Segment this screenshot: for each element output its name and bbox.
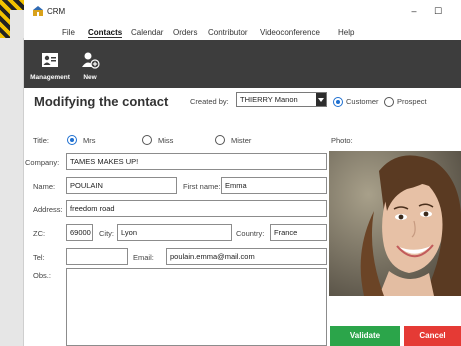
city-field[interactable]: Lyon: [117, 224, 232, 241]
menu-contributor[interactable]: Contributor: [208, 28, 248, 37]
tel-label: Tel:: [33, 253, 45, 262]
menu-calendar[interactable]: Calendar: [131, 28, 163, 37]
chevron-down-icon[interactable]: [316, 93, 326, 106]
menu-help[interactable]: Help: [338, 28, 354, 37]
obs-label: Obs.:: [33, 271, 51, 280]
menu-videoconference[interactable]: Videoconference: [260, 28, 320, 37]
menu-file[interactable]: File: [62, 28, 75, 37]
customer-label: Customer: [346, 97, 379, 106]
name-field[interactable]: POULAIN: [66, 177, 177, 194]
tel-field[interactable]: [66, 248, 128, 265]
toolbar-new-button[interactable]: New: [76, 50, 104, 86]
toolbar: Management New: [24, 40, 461, 88]
miss-radio[interactable]: [142, 135, 152, 145]
address-field[interactable]: freedom road: [66, 200, 327, 217]
menu-contacts[interactable]: Contacts: [88, 28, 123, 38]
customer-radio[interactable]: [333, 97, 343, 107]
contact-photo: [329, 151, 461, 296]
toolbar-new-label: New: [83, 74, 97, 81]
created-by-label: Created by:: [190, 97, 229, 106]
title-label: Title:: [33, 136, 49, 145]
menu-bar: File Contacts Calendar Orders Contributo…: [24, 26, 461, 40]
country-label: Country:: [236, 229, 265, 238]
toolbar-management-label: Management: [30, 74, 70, 81]
created-by-value: THIERRY Manon: [240, 95, 298, 104]
prospect-label: Prospect: [397, 97, 427, 106]
toolbar-management-button[interactable]: Management: [26, 50, 74, 86]
email-field[interactable]: poulain.emma@mail.com: [166, 248, 327, 265]
add-user-icon: [82, 52, 100, 69]
title-bar: CRM – ☐: [24, 0, 461, 24]
mister-radio[interactable]: [215, 135, 225, 145]
mrs-radio[interactable]: [67, 135, 77, 145]
zc-label: ZC:: [33, 229, 46, 238]
minimize-button[interactable]: –: [407, 4, 421, 18]
menu-orders[interactable]: Orders: [173, 28, 197, 37]
prospect-radio[interactable]: [384, 97, 394, 107]
first-name-field[interactable]: Emma: [221, 177, 327, 194]
photo-label: Photo:: [331, 136, 353, 145]
portrait-image: [329, 151, 461, 296]
crm-app-icon: [33, 6, 43, 16]
contact-card-icon: [42, 53, 58, 67]
validate-button[interactable]: Validate: [330, 326, 400, 346]
cancel-button[interactable]: Cancel: [404, 326, 461, 346]
country-field[interactable]: France: [270, 224, 327, 241]
miss-label: Miss: [158, 136, 174, 145]
window-title: CRM: [47, 7, 66, 16]
email-label: Email:: [133, 253, 154, 262]
maximize-button[interactable]: ☐: [431, 4, 445, 18]
crm-window: CRM – ☐ File Contacts Calendar Orders Co…: [24, 0, 461, 346]
mister-label: Mister: [231, 136, 252, 145]
city-label: City:: [99, 229, 114, 238]
page-title: Modifying the contact: [34, 94, 169, 109]
zc-field[interactable]: 69000: [66, 224, 93, 241]
desktop-background: [0, 0, 24, 346]
company-label: Company:: [25, 158, 60, 167]
first-name-label: First name:: [183, 182, 221, 191]
address-label: Address:: [33, 205, 63, 214]
company-field[interactable]: TAMES MAKES UP!: [66, 153, 327, 170]
created-by-select[interactable]: THIERRY Manon: [236, 92, 327, 107]
mrs-label: Mrs: [83, 136, 96, 145]
observations-textarea[interactable]: [66, 268, 327, 346]
name-label: Name:: [33, 182, 56, 191]
